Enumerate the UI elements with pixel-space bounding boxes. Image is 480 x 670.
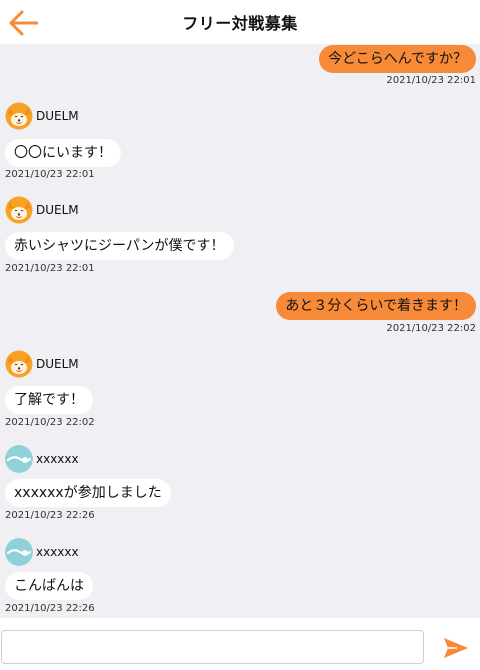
message-bubble-mine: あと３分くらいで着きます！ <box>276 292 476 320</box>
message-bubble: こんばんは <box>5 572 93 600</box>
back-arrow-icon <box>9 10 38 36</box>
page-title: フリー対戦募集 <box>182 14 298 33</box>
fox-mascot-icon <box>5 196 33 224</box>
message-bubble: 赤いシャツにジーパンが僕です！ <box>5 232 234 260</box>
message-timestamp: 2021/10/23 22:26 <box>5 603 95 614</box>
sender-name: xxxxxx <box>36 452 79 466</box>
send-icon <box>444 638 468 658</box>
app-header: フリー対戦募集 <box>0 0 480 44</box>
message-timestamp: 2021/10/23 22:26 <box>5 510 95 521</box>
message-input-bar <box>0 618 480 670</box>
default-user-icon <box>5 445 33 473</box>
message-timestamp: 2021/10/23 22:01 <box>5 263 95 274</box>
fox-mascot-icon <box>5 102 33 130</box>
send-button[interactable] <box>440 634 472 662</box>
chat-messages[interactable]: 今どこらへんですか？ 2021/10/23 22:01 DUELM 〇〇にいます… <box>0 44 480 618</box>
message-timestamp: 2021/10/23 22:02 <box>386 323 476 334</box>
message-input[interactable] <box>1 630 424 664</box>
message-timestamp: 2021/10/23 22:01 <box>5 169 95 180</box>
message-bubble-mine: 今どこらへんですか？ <box>319 45 476 73</box>
fox-mascot-icon <box>5 350 33 378</box>
message-bubble: 了解です！ <box>5 386 93 414</box>
sender-name: DUELM <box>36 203 79 217</box>
sender-name: DUELM <box>36 109 79 123</box>
back-button[interactable] <box>6 6 40 40</box>
sender-name: xxxxxx <box>36 545 79 559</box>
message-bubble: 〇〇にいます！ <box>5 139 121 167</box>
sender-name: DUELM <box>36 357 79 371</box>
default-user-icon <box>5 538 33 566</box>
message-bubble: xxxxxxが参加しました <box>5 479 171 507</box>
message-timestamp: 2021/10/23 22:01 <box>386 75 476 86</box>
message-timestamp: 2021/10/23 22:02 <box>5 417 95 428</box>
